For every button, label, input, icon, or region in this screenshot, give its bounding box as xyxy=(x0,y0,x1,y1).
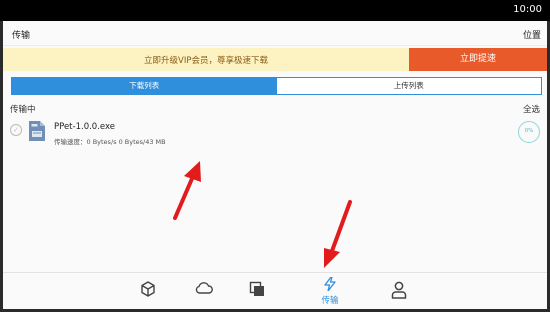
vip-banner-text: 立即升级VIP会员，尊享极速下载 xyxy=(144,56,268,66)
nav-item-cloud[interactable] xyxy=(183,273,223,309)
lightning-icon xyxy=(324,277,336,291)
page-title: 传输 xyxy=(12,31,31,41)
nav-item-cube[interactable] xyxy=(128,273,168,309)
tab-download-list[interactable]: 下载列表 xyxy=(12,78,277,94)
nav-item-files[interactable] xyxy=(237,273,277,309)
cloud-icon xyxy=(195,282,213,294)
stacked-squares-icon xyxy=(249,281,264,296)
tab-upload-list[interactable]: 上传列表 xyxy=(277,78,542,94)
title-bar: 传输 位置 xyxy=(3,21,547,46)
bottom-nav: 传输 xyxy=(3,272,547,309)
file-name: PPet-1.0.0.exe xyxy=(54,122,115,132)
row-checkbox[interactable]: ✓ xyxy=(10,124,22,136)
transfer-row[interactable]: ✓ PPet-1.0.0.exe 传输速度：0 Bytes/s 0 Bytes/… xyxy=(3,117,547,147)
cube-icon xyxy=(141,281,155,297)
nav-label-transfer: 传输 xyxy=(321,296,339,306)
system-status-bar: 10:00 xyxy=(0,0,550,21)
transfer-tabs: 下载列表 上传列表 xyxy=(11,77,542,95)
select-all-button[interactable]: 全选 xyxy=(523,103,540,115)
app-window: 传输 位置 立即升级VIP会员，尊享极速下载 立即提速 下载列表 上传列表 传输… xyxy=(3,21,547,309)
transfer-speed: 传输速度：0 Bytes/s 0 Bytes/43 MB xyxy=(54,138,166,146)
vip-banner: 立即升级VIP会员，尊享极速下载 立即提速 xyxy=(3,48,547,71)
person-icon xyxy=(391,281,407,299)
progress-indicator[interactable]: 0% xyxy=(518,121,540,143)
nav-item-profile[interactable] xyxy=(379,273,419,309)
annotation-arrow-icon xyxy=(173,161,201,220)
status-time: 10:00 xyxy=(513,4,542,15)
section-title: 传输中 xyxy=(10,105,36,115)
speed-up-button[interactable]: 立即提速 xyxy=(409,48,547,71)
annotation-arrow-icon xyxy=(324,200,352,268)
nav-item-transfer[interactable]: 传输 xyxy=(310,273,350,309)
exe-file-icon xyxy=(28,120,46,142)
location-button[interactable]: 位置 xyxy=(523,28,541,41)
